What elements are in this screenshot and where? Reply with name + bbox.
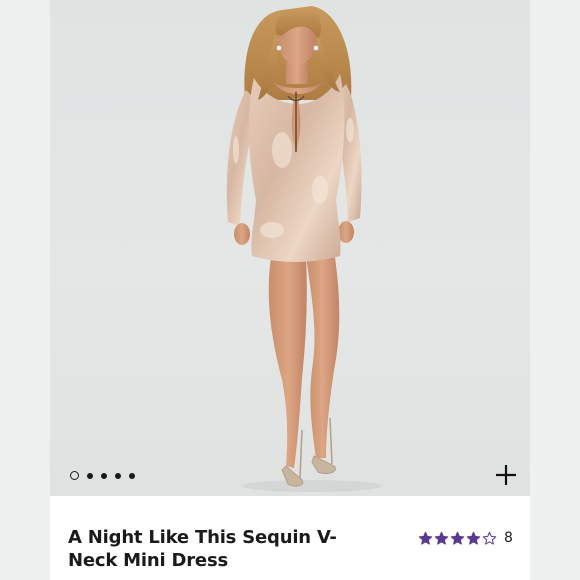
plus-icon [496, 465, 516, 485]
star-filled-icon [418, 531, 433, 545]
star-filled-icon [466, 531, 481, 545]
carousel-pagination [70, 471, 135, 480]
product-info: A Night Like This Sequin V-Neck Mini Dre… [50, 496, 530, 580]
add-button[interactable] [494, 463, 518, 487]
star-filled-icon [450, 531, 465, 545]
left-margin [0, 0, 50, 580]
rating-stars [418, 531, 497, 546]
star-filled-icon [434, 531, 449, 545]
carousel-dot-5[interactable] [129, 472, 135, 479]
product-title[interactable]: A Night Like This Sequin V-Neck Mini Dre… [68, 526, 368, 572]
model-illustration [226, 6, 382, 492]
product-image[interactable] [50, 0, 530, 496]
product-card: A Night Like This Sequin V-Neck Mini Dre… [0, 0, 580, 580]
product-rating[interactable]: 8 [418, 530, 513, 546]
carousel-dot-2[interactable] [87, 472, 93, 479]
carousel-dot-1[interactable] [70, 471, 79, 480]
review-count: 8 [504, 530, 513, 546]
carousel-dot-4[interactable] [115, 472, 121, 479]
right-margin [530, 0, 580, 580]
carousel-dot-3[interactable] [101, 472, 107, 479]
star-empty-icon [482, 531, 497, 545]
